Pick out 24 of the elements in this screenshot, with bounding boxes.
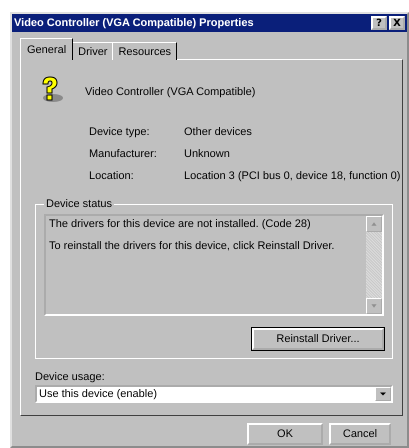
scroll-down-icon[interactable]: [366, 298, 382, 314]
window-title: Video Controller (VGA Compatible) Properties: [14, 17, 255, 29]
property-label: Device type:: [89, 126, 151, 138]
status-message: The drivers for this device are not installed. (Code 28): [49, 218, 312, 230]
property-value: Location 3 (PCI bus 0, device 18, function 0): [184, 170, 400, 182]
property-value: Other devices: [184, 126, 253, 138]
status-message: To reinstall the drivers for this device, click Reinstall Driver.: [49, 240, 336, 252]
dialog-button[interactable]: OK: [247, 423, 323, 445]
property-label: Location:: [89, 170, 135, 182]
property-label: Manufacturer:: [89, 148, 158, 160]
group-title: Device status: [45, 198, 114, 210]
device-name: Video Controller (VGA Compatible): [85, 86, 256, 98]
device-usage-dropdown[interactable]: Use this device (enable): [35, 385, 393, 403]
tab[interactable]: General: [20, 38, 74, 60]
device-usage-label: Device usage:: [35, 371, 106, 383]
property-value: Unknown: [184, 148, 231, 160]
scroll-up-icon[interactable]: [366, 216, 382, 232]
dialog-button[interactable]: Cancel: [329, 423, 391, 445]
reinstall-driver-button[interactable]: Reinstall Driver...: [252, 328, 384, 350]
help-button[interactable]: ?: [371, 16, 387, 30]
tab[interactable]: Driver: [72, 42, 114, 60]
tab[interactable]: Resources: [112, 42, 178, 60]
scrollbar[interactable]: [366, 216, 382, 314]
close-button[interactable]: X: [389, 16, 405, 30]
